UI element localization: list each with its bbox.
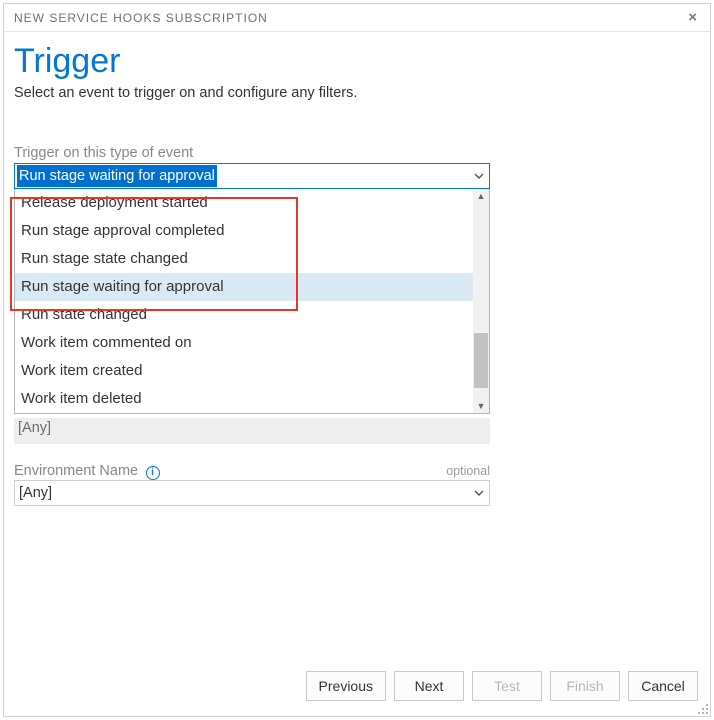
finish-button: Finish xyxy=(550,671,620,701)
dropdown-item[interactable]: Run stage approval completed xyxy=(15,217,473,245)
previous-button[interactable]: Previous xyxy=(306,671,386,701)
dropdown-list: Release deployment started Run stage app… xyxy=(15,189,473,413)
cancel-button[interactable]: Cancel xyxy=(628,671,698,701)
scroll-up-arrow-icon[interactable]: ▲ xyxy=(473,189,489,203)
dropdown-item[interactable]: Run state changed xyxy=(15,301,473,329)
dropdown-scrollbar[interactable]: ▲ ▼ xyxy=(473,189,489,413)
event-type-label: Trigger on this type of event xyxy=(14,145,710,161)
dropdown-item[interactable]: Run stage waiting for approval xyxy=(15,273,473,301)
event-type-select[interactable]: Run stage waiting for approval xyxy=(14,163,490,189)
info-icon[interactable]: i xyxy=(146,466,160,480)
environment-name-label: Environment Name xyxy=(14,463,138,479)
event-type-selected-text: Run stage waiting for approval xyxy=(17,165,217,187)
pipeline-field-disabled: [Any] xyxy=(14,418,490,444)
dropdown-item[interactable]: Run stage state changed xyxy=(15,245,473,273)
page-subtitle: Select an event to trigger on and config… xyxy=(14,85,710,101)
page-title: Trigger xyxy=(14,42,710,81)
environment-name-value: [Any] xyxy=(19,485,52,501)
scroll-track[interactable] xyxy=(473,203,489,399)
event-type-select-wrap: Run stage waiting for approval Release d… xyxy=(14,163,490,189)
dropdown-item[interactable]: Work item deleted xyxy=(15,385,473,413)
resize-grip-icon[interactable] xyxy=(694,700,708,714)
close-icon[interactable]: × xyxy=(688,10,698,25)
environment-name-select[interactable]: [Any] xyxy=(14,480,490,506)
dropdown-item[interactable]: Release deployment started xyxy=(15,189,473,217)
dropdown-item[interactable]: Work item created xyxy=(15,357,473,385)
dialog-content: Trigger Select an event to trigger on an… xyxy=(4,32,710,656)
dialog-frame: NEW SERVICE HOOKS SUBSCRIPTION × Trigger… xyxy=(3,3,711,717)
dialog-footer: Previous Next Test Finish Cancel xyxy=(4,656,710,716)
scroll-down-arrow-icon[interactable]: ▼ xyxy=(473,399,489,413)
test-button: Test xyxy=(472,671,542,701)
chevron-down-icon xyxy=(473,170,485,182)
chevron-down-icon xyxy=(473,487,485,499)
environment-field-label-row: Environment Name i optional xyxy=(14,462,490,480)
event-type-dropdown[interactable]: Release deployment started Run stage app… xyxy=(14,189,490,414)
next-button[interactable]: Next xyxy=(394,671,464,701)
dialog-titlebar: NEW SERVICE HOOKS SUBSCRIPTION × xyxy=(4,4,710,32)
optional-label: optional xyxy=(446,464,490,478)
scroll-thumb[interactable] xyxy=(474,333,488,388)
dialog-title: NEW SERVICE HOOKS SUBSCRIPTION xyxy=(14,11,268,25)
dropdown-item[interactable]: Work item commented on xyxy=(15,329,473,357)
